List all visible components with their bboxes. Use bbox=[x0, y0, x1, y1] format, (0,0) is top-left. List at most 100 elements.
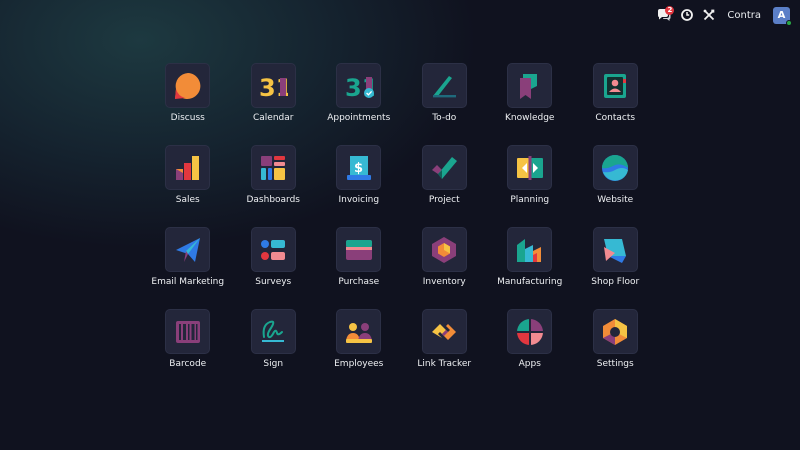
app-email-marketing[interactable]: Email Marketing bbox=[145, 227, 231, 309]
app-label: Planning bbox=[510, 195, 550, 205]
app-invoicing[interactable]: $ Invoicing bbox=[316, 145, 402, 227]
app-link-tracker[interactable]: Link Tracker bbox=[402, 309, 488, 391]
app-label: Surveys bbox=[255, 277, 292, 287]
clock-icon bbox=[681, 9, 694, 21]
app-label: Discuss bbox=[170, 113, 205, 123]
app-sign[interactable]: Sign bbox=[231, 309, 317, 391]
app-todo[interactable]: To-do bbox=[402, 63, 488, 145]
app-sales[interactable]: Sales bbox=[145, 145, 231, 227]
app-label: To-do bbox=[432, 113, 457, 123]
app-label: Invoicing bbox=[338, 195, 380, 205]
app-label: Link Tracker bbox=[417, 359, 472, 369]
app-tile bbox=[250, 227, 296, 272]
app-tile bbox=[507, 63, 553, 108]
app-dashboards[interactable]: Dashboards bbox=[231, 145, 317, 227]
apps-icon bbox=[516, 318, 543, 345]
settings-icon bbox=[603, 318, 628, 345]
app-label: Email Marketing bbox=[151, 277, 225, 287]
app-shop-floor[interactable]: Shop Floor bbox=[573, 227, 659, 309]
app-label: Employees bbox=[334, 359, 384, 369]
tools-menu[interactable] bbox=[703, 0, 715, 30]
inventory-icon bbox=[432, 236, 457, 263]
app-settings[interactable]: Settings bbox=[573, 309, 659, 391]
app-label: Apps bbox=[518, 359, 541, 369]
app-tile bbox=[165, 309, 211, 354]
shop-floor-icon bbox=[604, 238, 627, 263]
app-tile bbox=[250, 145, 296, 190]
user-menu[interactable]: A bbox=[773, 0, 792, 30]
app-tile bbox=[165, 227, 211, 272]
avatar-letter: A bbox=[777, 9, 786, 21]
app-label: Calendar bbox=[253, 113, 294, 123]
app-tile bbox=[250, 309, 296, 354]
app-calendar[interactable]: 31 Calendar bbox=[231, 63, 317, 145]
app-surveys[interactable]: Surveys bbox=[231, 227, 317, 309]
app-manufacturing[interactable]: Manufacturing bbox=[487, 227, 573, 309]
tools-icon bbox=[703, 9, 715, 21]
app-tile bbox=[507, 227, 553, 272]
dashboards-icon bbox=[261, 155, 286, 180]
app-tile bbox=[592, 227, 638, 272]
email-marketing-icon bbox=[175, 237, 200, 262]
company-name: Contra bbox=[727, 9, 761, 21]
app-label: Shop Floor bbox=[591, 277, 640, 287]
appointments-icon: 31 bbox=[345, 74, 374, 101]
app-label: Website bbox=[597, 195, 634, 205]
link-tracker-icon bbox=[432, 323, 457, 340]
surveys-icon bbox=[261, 239, 286, 260]
app-label: Dashboards bbox=[246, 195, 301, 205]
planning-icon bbox=[516, 155, 543, 180]
app-tile bbox=[507, 309, 553, 354]
top-navbar: 2 Contra A bbox=[0, 0, 800, 30]
app-purchase[interactable]: Purchase bbox=[316, 227, 402, 309]
app-apps[interactable]: Apps bbox=[487, 309, 573, 391]
app-label: Inventory bbox=[422, 277, 466, 287]
app-planning[interactable]: Planning bbox=[487, 145, 573, 227]
app-tile bbox=[165, 145, 211, 190]
invoicing-glyph: $ bbox=[354, 161, 363, 176]
app-barcode[interactable]: Barcode bbox=[145, 309, 231, 391]
app-tile bbox=[421, 227, 467, 272]
app-tile: 31 bbox=[250, 63, 296, 108]
app-label: Sign bbox=[263, 359, 284, 369]
barcode-icon bbox=[175, 320, 200, 343]
company-switcher[interactable]: Contra bbox=[725, 0, 763, 30]
app-tile bbox=[336, 227, 382, 272]
app-label: Knowledge bbox=[505, 113, 555, 123]
app-project[interactable]: Project bbox=[402, 145, 488, 227]
app-tile bbox=[507, 145, 553, 190]
app-contacts[interactable]: Contacts bbox=[573, 63, 659, 145]
messages-menu[interactable]: 2 bbox=[657, 0, 675, 30]
app-tile bbox=[336, 309, 382, 354]
app-label: Project bbox=[428, 195, 460, 205]
project-icon bbox=[432, 156, 458, 179]
discuss-icon bbox=[174, 72, 201, 99]
knowledge-icon bbox=[519, 73, 537, 99]
app-appointments[interactable]: 31 Appointments bbox=[316, 63, 402, 145]
app-label: Manufacturing bbox=[497, 277, 563, 287]
employees-icon bbox=[345, 322, 372, 343]
invoicing-icon: $ bbox=[346, 155, 371, 180]
calendar-icon: 31 bbox=[259, 74, 288, 101]
app-website[interactable]: Website bbox=[573, 145, 659, 227]
app-tile bbox=[592, 63, 638, 108]
app-label: Purchase bbox=[338, 277, 380, 287]
app-tile bbox=[592, 145, 638, 190]
app-inventory[interactable]: Inventory bbox=[402, 227, 488, 309]
app-discuss[interactable]: Discuss bbox=[145, 63, 231, 145]
app-tile: 31 bbox=[336, 63, 382, 108]
purchase-icon bbox=[345, 239, 372, 260]
activities-menu[interactable] bbox=[681, 0, 694, 30]
app-tile bbox=[421, 63, 467, 108]
app-label: Appointments bbox=[327, 113, 391, 123]
sales-icon bbox=[175, 155, 199, 180]
messages-count-badge: 2 bbox=[665, 6, 675, 15]
app-employees[interactable]: Employees bbox=[316, 309, 402, 391]
app-tile: $ bbox=[336, 145, 382, 190]
website-icon bbox=[602, 154, 629, 181]
app-tile bbox=[592, 309, 638, 354]
app-label: Settings bbox=[596, 359, 634, 369]
app-grid: Discuss 31 Calendar 31 Appointments To-d… bbox=[145, 63, 658, 391]
app-knowledge[interactable]: Knowledge bbox=[487, 63, 573, 145]
manufacturing-icon bbox=[516, 238, 541, 262]
